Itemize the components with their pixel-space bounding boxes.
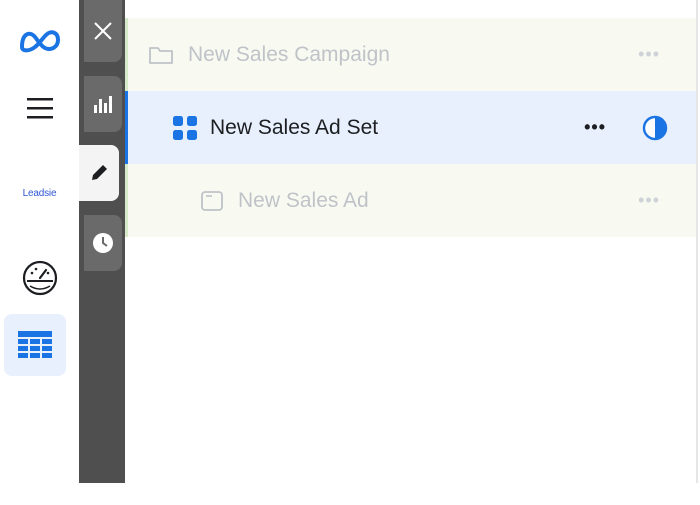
half-circle-toggle-icon[interactable]	[642, 115, 668, 141]
left-nav-rail: Leadsie	[0, 0, 79, 483]
ad-label: New Sales Ad	[238, 188, 369, 212]
close-icon	[94, 22, 112, 40]
tool-strip	[79, 0, 125, 483]
bar-chart-icon	[94, 96, 112, 113]
adset-label: New Sales Ad Set	[210, 115, 379, 139]
campaign-more-button[interactable]: •••	[638, 44, 660, 65]
campaign-label: New Sales Campaign	[188, 42, 390, 66]
dashboard-icon[interactable]	[0, 255, 79, 301]
edit-button[interactable]	[79, 145, 119, 201]
leadsie-label: Leadsie	[22, 187, 57, 199]
adset-more-button[interactable]: •••	[584, 117, 606, 138]
ad-set-grid-icon	[173, 115, 197, 140]
tree-row-campaign[interactable]: New Sales Campaign •••	[125, 18, 698, 91]
table-view-icon[interactable]	[4, 314, 66, 376]
folder-icon	[149, 46, 173, 64]
meta-logo-icon[interactable]	[0, 15, 79, 65]
ad-window-icon	[201, 190, 223, 211]
ad-more-button[interactable]: •••	[638, 190, 660, 211]
close-button[interactable]	[84, 0, 122, 62]
panel-border	[696, 0, 698, 483]
clock-icon	[93, 233, 113, 253]
pencil-icon	[92, 165, 107, 180]
tree-row-adset[interactable]: New Sales Ad Set •••	[125, 91, 698, 164]
leadsie-logo[interactable]: Leadsie	[0, 176, 79, 210]
campaign-tree: New Sales Campaign ••• New Sales Ad Set …	[125, 0, 700, 483]
charts-button[interactable]	[84, 76, 122, 132]
menu-icon[interactable]	[0, 85, 79, 131]
tree-row-ad[interactable]: New Sales Ad •••	[125, 164, 698, 237]
history-button[interactable]	[84, 215, 122, 271]
